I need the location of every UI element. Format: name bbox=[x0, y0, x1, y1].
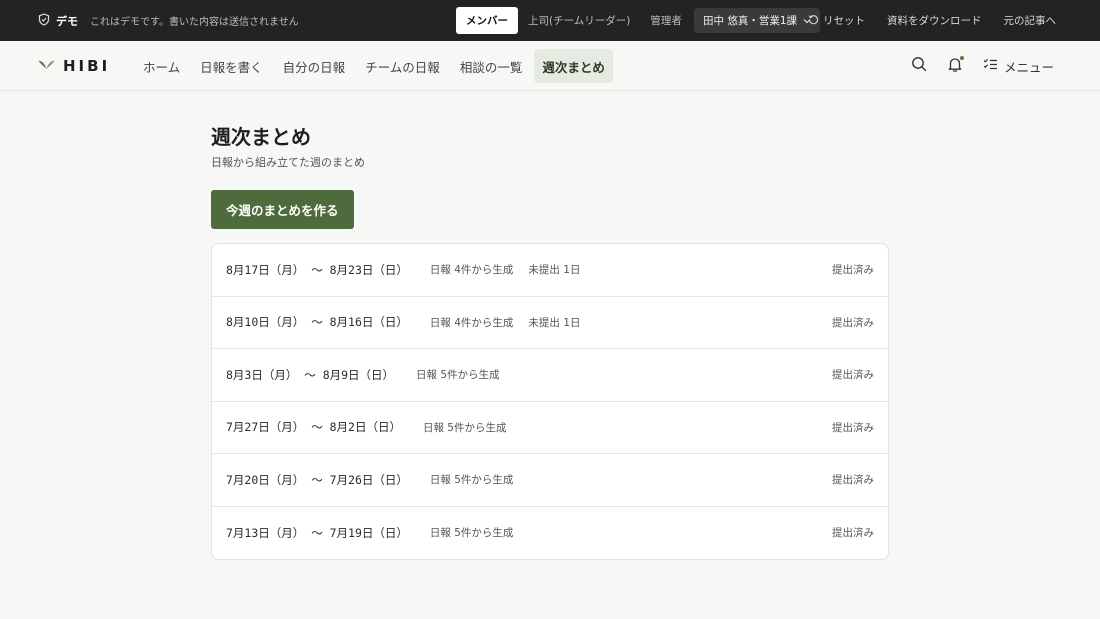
summary-report-count: 日報 4件から生成 bbox=[429, 316, 514, 329]
summary-row[interactable]: 7月13日（月） 〜 7月19日（日） 日報 5件から生成 提出済み bbox=[212, 507, 888, 560]
role-admin-button[interactable]: 管理者 bbox=[640, 7, 692, 34]
summary-status: 提出済み bbox=[832, 369, 874, 382]
demo-links: リセット 資料をダウンロード 元の記事へ bbox=[808, 0, 1056, 41]
shield-icon bbox=[38, 12, 50, 29]
summary-missing-days: 未提出 1日 bbox=[528, 316, 581, 329]
summary-row[interactable]: 8月10日（月） 〜 8月16日（日） 日報 4件から生成 未提出 1日 提出済… bbox=[212, 297, 888, 349]
summary-report-count: 日報 5件から生成 bbox=[422, 421, 507, 434]
summary-status: 提出済み bbox=[832, 316, 874, 329]
summary-row[interactable]: 8月3日（月） 〜 8月9日（日） 日報 5件から生成 提出済み bbox=[212, 349, 888, 402]
demo-message: これはデモです。書いた内容は送信されません bbox=[90, 17, 299, 28]
demo-label: デモ bbox=[56, 14, 78, 28]
user-select[interactable]: 田中 悠真・営業1課 bbox=[694, 8, 821, 33]
logo[interactable]: HIBI bbox=[38, 56, 110, 75]
demo-notice: デモ これはデモです。書いた内容は送信されません bbox=[38, 12, 299, 29]
summary-row[interactable]: 7月27日（月） 〜 8月2日（日） 日報 5件から生成 提出済み bbox=[212, 402, 888, 454]
role-member-button[interactable]: メンバー bbox=[456, 7, 518, 34]
reset-icon bbox=[808, 14, 819, 28]
page-title: 週次まとめ bbox=[211, 125, 311, 149]
reset-link[interactable]: リセット bbox=[808, 13, 865, 28]
summary-date-range: 8月10日（月） 〜 8月16日（日） bbox=[226, 315, 408, 330]
nav-item-my-reports[interactable]: 自分の日報 bbox=[275, 49, 354, 83]
page-subtitle: 日報から組み立てた週のまとめ bbox=[211, 156, 365, 169]
checklist-icon bbox=[983, 58, 998, 74]
app-header: HIBI ホーム 日報を書く 自分の日報 チームの日報 相談の一覧 週次まとめ … bbox=[0, 41, 1100, 91]
role-switcher: メンバー 上司(チームリーダー) 管理者 bbox=[456, 6, 692, 35]
summary-row[interactable]: 8月17日（月） 〜 8月23日（日） 日報 4件から生成 未提出 1日 提出済… bbox=[212, 244, 888, 297]
weekly-summary-page: 週次まとめ 日報から組み立てた週のまとめ 今週のまとめを作る 8月17日（月） … bbox=[211, 121, 889, 560]
summary-status: 提出済み bbox=[832, 421, 874, 434]
summary-date-range: 8月17日（月） 〜 8月23日（日） bbox=[226, 262, 408, 277]
summary-row[interactable]: 7月20日（月） 〜 7月26日（日） 日報 5件から生成 提出済み bbox=[212, 454, 888, 507]
summary-date-range: 8月3日（月） 〜 8月9日（日） bbox=[226, 367, 395, 382]
menu-label: メニュー bbox=[1003, 59, 1054, 75]
download-link[interactable]: 資料をダウンロード bbox=[887, 13, 982, 28]
nav-item-team-reports[interactable]: チームの日報 bbox=[357, 49, 448, 83]
main-nav: ホーム 日報を書く 自分の日報 チームの日報 相談の一覧 週次まとめ bbox=[135, 49, 613, 83]
notification-button[interactable] bbox=[947, 54, 965, 77]
nav-item-weekly-summary[interactable]: 週次まとめ bbox=[534, 49, 613, 83]
search-icon bbox=[911, 56, 927, 76]
original-article-link[interactable]: 元の記事へ bbox=[1004, 13, 1057, 28]
summary-date-range: 7月13日（月） 〜 7月19日（日） bbox=[226, 525, 408, 540]
summary-list: 8月17日（月） 〜 8月23日（日） 日報 4件から生成 未提出 1日 提出済… bbox=[211, 243, 889, 560]
search-button[interactable] bbox=[911, 56, 927, 76]
reset-label: リセット bbox=[823, 15, 865, 27]
summary-status: 提出済み bbox=[832, 474, 874, 487]
summary-date-range: 7月27日（月） 〜 8月2日（日） bbox=[226, 420, 401, 435]
nav-item-write-report[interactable]: 日報を書く bbox=[192, 49, 271, 83]
demo-bar: デモ これはデモです。書いた内容は送信されません メンバー 上司(チームリーダー… bbox=[0, 0, 1100, 41]
menu-button[interactable]: メニュー bbox=[983, 57, 1054, 76]
summary-missing-days: 未提出 1日 bbox=[528, 264, 581, 277]
notification-dot bbox=[958, 54, 965, 61]
summary-report-count: 日報 5件から生成 bbox=[429, 474, 514, 487]
nav-item-consultations[interactable]: 相談の一覧 bbox=[452, 49, 531, 83]
header-actions: メニュー bbox=[911, 41, 1054, 91]
nav-item-home[interactable]: ホーム bbox=[135, 49, 188, 83]
summary-date-range: 7月20日（月） 〜 7月26日（日） bbox=[226, 472, 408, 487]
summary-report-count: 日報 5件から生成 bbox=[429, 527, 514, 540]
summary-report-count: 日報 4件から生成 bbox=[429, 264, 514, 277]
leaf-logo-icon bbox=[38, 56, 55, 75]
logo-text: HIBI bbox=[63, 56, 111, 75]
create-summary-button[interactable]: 今週のまとめを作る bbox=[211, 190, 354, 229]
summary-status: 提出済み bbox=[832, 264, 874, 277]
role-leader-button[interactable]: 上司(チームリーダー) bbox=[518, 7, 640, 34]
summary-status: 提出済み bbox=[832, 527, 874, 540]
user-select-label: 田中 悠真・営業1課 bbox=[703, 15, 798, 27]
summary-report-count: 日報 5件から生成 bbox=[416, 369, 500, 382]
